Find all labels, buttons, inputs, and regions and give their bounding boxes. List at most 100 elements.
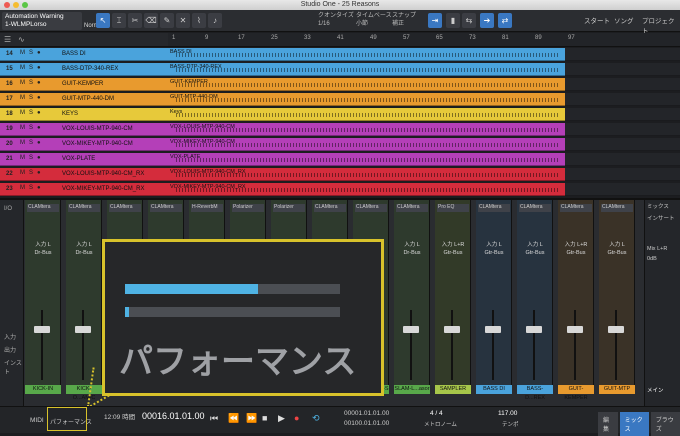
track-name[interactable]: BASS-DTP-340-REX bbox=[62, 66, 118, 72]
empty-lane[interactable] bbox=[565, 63, 680, 76]
channel-label[interactable]: SAMPLER bbox=[435, 385, 471, 394]
mixer-left-label[interactable]: 入力 bbox=[4, 332, 23, 341]
selection-link-icon[interactable]: ⇄ bbox=[498, 13, 512, 28]
input-select[interactable]: 入力 L bbox=[601, 240, 633, 248]
volume-fader[interactable] bbox=[574, 310, 576, 380]
solo-button[interactable]: S bbox=[29, 110, 33, 116]
input-select[interactable]: 入力 L bbox=[519, 240, 551, 248]
record-arm-button[interactable]: ● bbox=[37, 125, 41, 131]
insert-slot[interactable]: CLAMtera bbox=[478, 204, 510, 212]
fader-cap[interactable] bbox=[75, 326, 91, 333]
zoom-icon[interactable] bbox=[22, 2, 28, 8]
output-select[interactable]: Gtr-Bus bbox=[437, 250, 469, 256]
fader-cap[interactable] bbox=[34, 326, 50, 333]
quantize-group[interactable]: クオンタイズ 1/16 bbox=[318, 12, 354, 28]
track-name[interactable]: VOX-MIKEY-MTP-940-CM bbox=[62, 141, 133, 147]
insert-slot[interactable]: CLAMtera bbox=[519, 204, 551, 212]
minimize-icon[interactable] bbox=[13, 2, 19, 8]
track-header[interactable]: 23 M S ● VOX-MIKEY-MTP-940-CM_RX bbox=[0, 183, 168, 196]
insert-slot[interactable]: CLAMtera bbox=[150, 204, 182, 212]
insert-slot[interactable]: CLAMtera bbox=[27, 204, 59, 212]
track-lane[interactable]: BASS DI bbox=[168, 48, 565, 61]
record-arm-button[interactable]: ● bbox=[37, 185, 41, 191]
fader-cap[interactable] bbox=[444, 326, 460, 333]
solo-button[interactable]: S bbox=[29, 95, 33, 101]
track-lane[interactable]: VOX-LOUIS-MTP-940-CM_RX bbox=[168, 168, 565, 181]
range-tool-icon[interactable]: ⌶ bbox=[112, 13, 126, 28]
output-select[interactable]: Gtr-Bus bbox=[478, 250, 510, 256]
volume-fader[interactable] bbox=[410, 310, 412, 380]
track-name[interactable]: KEYS bbox=[62, 111, 78, 117]
stop-icon[interactable]: ■ bbox=[262, 413, 267, 423]
mute-button[interactable]: M bbox=[20, 125, 25, 131]
menu-icon[interactable]: ☰ bbox=[4, 35, 11, 44]
back-icon[interactable]: ⏪ bbox=[228, 413, 239, 424]
timebase-group[interactable]: タイムベース 小節 bbox=[356, 12, 392, 28]
volume-fader[interactable] bbox=[41, 310, 43, 380]
output-select[interactable]: Dr-Bus bbox=[27, 250, 59, 256]
track-name[interactable]: GUIT-KEMPER bbox=[62, 81, 103, 87]
input-select[interactable]: 入力 L bbox=[478, 240, 510, 248]
solo-button[interactable]: S bbox=[29, 80, 33, 86]
record-arm-button[interactable]: ● bbox=[37, 155, 41, 161]
track-header[interactable]: 17 M S ● GUIT-MTP-440-DM bbox=[0, 93, 168, 106]
volume-fader[interactable] bbox=[492, 310, 494, 380]
volume-fader[interactable] bbox=[533, 310, 535, 380]
volume-fader[interactable] bbox=[615, 310, 617, 380]
input-select[interactable]: 入力 L bbox=[27, 240, 59, 248]
track-header[interactable]: 18 M S ● KEYS bbox=[0, 108, 168, 121]
track-header[interactable]: 22 M S ● VOX-LOUIS-MTP-940-CM_RX bbox=[0, 168, 168, 181]
channel-label[interactable]: BASS DI bbox=[476, 385, 512, 394]
track-header[interactable]: 14 M S ● BASS DI bbox=[0, 48, 168, 61]
output-select[interactable]: Dr-Bus bbox=[396, 250, 428, 256]
track-name[interactable]: VOX-LOUIS-MTP-940-CM bbox=[62, 126, 133, 132]
fader-cap[interactable] bbox=[403, 326, 419, 333]
tab-mix[interactable]: ミックス bbox=[619, 412, 649, 436]
fader-cap[interactable] bbox=[567, 326, 583, 333]
track-lane[interactable]: VOX-MIKEY-MTP-940-CM_RX bbox=[168, 183, 565, 196]
track-name[interactable]: VOX-LOUIS-MTP-940-CM_RX bbox=[62, 171, 144, 177]
mixer-left-label[interactable]: インスト bbox=[4, 358, 23, 376]
channel-label[interactable]: SLAM-L...asor bbox=[394, 385, 430, 394]
track-header[interactable]: 20 M S ● VOX-MIKEY-MTP-940-CM bbox=[0, 138, 168, 151]
channel-label[interactable]: KICK-O...AMIC bbox=[66, 385, 102, 401]
record-arm-button[interactable]: ● bbox=[37, 170, 41, 176]
position-display[interactable]: 00016.01.01.00 bbox=[142, 411, 205, 421]
output-select[interactable]: Gtr-Bus bbox=[601, 250, 633, 256]
empty-lane[interactable] bbox=[565, 153, 680, 166]
tempo-display[interactable]: 117.00 bbox=[498, 410, 517, 417]
listen-tool-icon[interactable]: ♪ bbox=[208, 13, 222, 28]
mute-button[interactable]: M bbox=[20, 50, 25, 56]
solo-button[interactable]: S bbox=[29, 50, 33, 56]
track-lane[interactable]: VOX-MIKEY-MTP-940-CM bbox=[168, 138, 565, 151]
solo-button[interactable]: S bbox=[29, 140, 33, 146]
track-lane[interactable]: BASS-DTP-340-REX bbox=[168, 63, 565, 76]
insert-tab[interactable]: インサート bbox=[645, 212, 680, 224]
mute-button[interactable]: M bbox=[20, 65, 25, 71]
auto-scroll-icon[interactable]: ➔ bbox=[480, 13, 494, 28]
track-name[interactable]: BASS DI bbox=[62, 51, 86, 57]
record-panel-icon[interactable]: ▮ bbox=[446, 13, 460, 28]
loop-left[interactable]: 00001.01.01.00 bbox=[344, 410, 389, 417]
play-icon[interactable]: ▶ bbox=[278, 413, 285, 424]
input-select[interactable]: 入力 L+R bbox=[560, 240, 592, 248]
track-name[interactable]: GUIT-MTP-440-DM bbox=[62, 96, 114, 102]
snap-group[interactable]: スナップ 補正 bbox=[392, 12, 416, 28]
track-header[interactable]: 16 M S ● GUIT-KEMPER bbox=[0, 78, 168, 91]
track-name[interactable]: VOX-MIKEY-MTP-940-CM_RX bbox=[62, 186, 144, 192]
split-tool-icon[interactable]: ✂ bbox=[128, 13, 142, 28]
mute-button[interactable]: M bbox=[20, 140, 25, 146]
channel-label[interactable]: BASS-D...REX bbox=[517, 385, 553, 401]
close-icon[interactable] bbox=[4, 2, 10, 8]
track-lane[interactable]: Keys bbox=[168, 108, 565, 121]
record-arm-button[interactable]: ● bbox=[37, 140, 41, 146]
nav-song[interactable]: ソング bbox=[614, 15, 634, 25]
mute-button[interactable]: M bbox=[20, 110, 25, 116]
fader-cap[interactable] bbox=[608, 326, 624, 333]
loop-right[interactable]: 00100.01.01.00 bbox=[344, 420, 389, 427]
insert-slot[interactable]: CLAMtera bbox=[314, 204, 346, 212]
signature-display[interactable]: 4 / 4 bbox=[430, 410, 443, 417]
input-select[interactable]: 入力 L bbox=[396, 240, 428, 248]
insert-slot[interactable]: CLAMtera bbox=[601, 204, 633, 212]
record-arm-button[interactable]: ● bbox=[37, 65, 41, 71]
